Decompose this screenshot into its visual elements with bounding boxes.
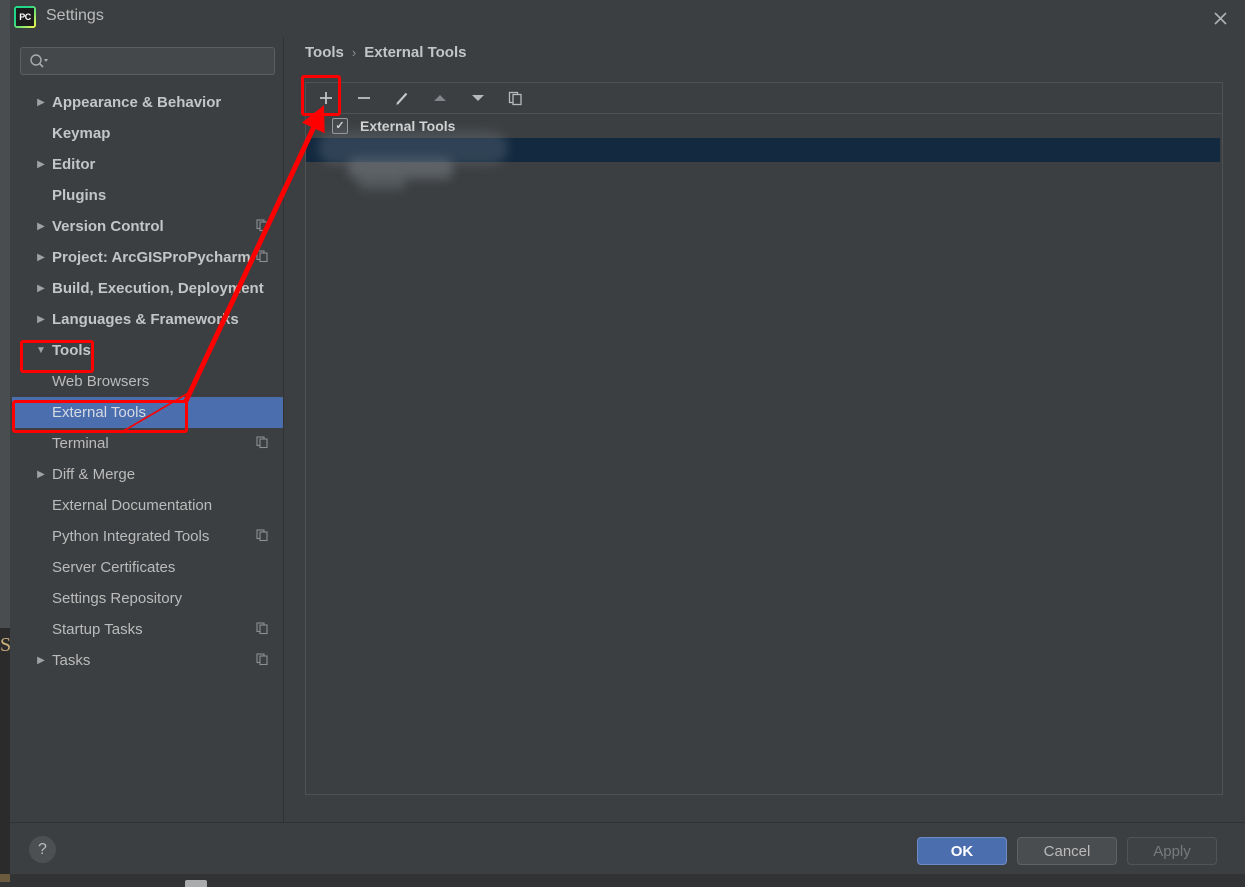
redacted-content: [358, 176, 406, 190]
sidebar-item-version-control[interactable]: ▶ Version Control: [12, 211, 283, 242]
settings-dialog: PC Settings ▶ Appearance & Behavior Keymap…: [10, 0, 1245, 874]
copy-icon: [256, 528, 269, 545]
sidebar-item-build-execution-deployment[interactable]: ▶ Build, Execution, Deployment: [12, 273, 283, 304]
add-button[interactable]: [312, 86, 340, 111]
breadcrumb: Tools › External Tools: [305, 44, 466, 61]
sidebar-item-label: Startup Tasks: [52, 621, 143, 638]
background-bottom-accent: [0, 874, 10, 882]
sidebar-item-label: Server Certificates: [52, 559, 176, 576]
chevron-right-icon[interactable]: ▶: [30, 314, 52, 325]
sidebar-item-external-documentation[interactable]: External Documentation: [12, 490, 283, 521]
sidebar-item-external-tools[interactable]: External Tools: [12, 397, 283, 428]
chevron-right-icon[interactable]: ▶: [30, 283, 52, 294]
external-tools-tree[interactable]: ▼ ✓ External Tools: [305, 113, 1223, 795]
copy-icon: [256, 652, 269, 669]
search-input[interactable]: [20, 47, 275, 75]
dialog-footer: ? OK Cancel Apply: [10, 822, 1245, 874]
chevron-right-icon[interactable]: ▶: [30, 221, 52, 232]
sidebar-item-label: Project: ArcGISProPycharm: [52, 249, 251, 266]
close-icon[interactable]: [1203, 4, 1237, 32]
sidebar-item-label: Settings Repository: [52, 590, 183, 607]
copy-icon: [256, 249, 269, 266]
breadcrumb-separator-icon: ›: [351, 45, 357, 60]
sidebar-item-appearance-behavior[interactable]: ▶ Appearance & Behavior: [12, 87, 283, 118]
settings-content-pane: Tools › External Tools ▼ ✓ External Tool…: [285, 37, 1245, 822]
sidebar-tree: ▶ Appearance & Behavior Keymap ▶ Editor Plugi…: [12, 87, 283, 676]
sidebar-item-keymap[interactable]: Keymap: [12, 118, 283, 149]
sidebar-item-languages-frameworks[interactable]: ▶ Languages & Frameworks: [12, 304, 283, 335]
chevron-right-icon[interactable]: ▶: [30, 655, 52, 666]
sidebar-item-server-certificates[interactable]: Server Certificates: [12, 552, 283, 583]
sidebar-item-tools[interactable]: ▼ Tools: [12, 335, 283, 366]
sidebar-item-label: Build, Execution, Deployment: [52, 280, 264, 297]
table-row[interactable]: [306, 159, 1220, 190]
sidebar-item-label: External Tools: [52, 404, 146, 421]
sidebar-item-project-arcgispropycharm[interactable]: ▶ Project: ArcGISProPycharm: [12, 242, 283, 273]
sidebar-item-startup-tasks[interactable]: Startup Tasks: [12, 614, 283, 645]
sidebar-item-tasks[interactable]: ▶ Tasks: [12, 645, 283, 676]
breadcrumb-parent[interactable]: Tools: [305, 44, 344, 61]
dialog-titlebar: PC Settings: [10, 0, 1245, 37]
external-tools-toolbar: [305, 82, 1223, 113]
copy-icon: [256, 621, 269, 638]
sidebar-item-label: Appearance & Behavior: [52, 94, 222, 111]
sidebar-item-web-browsers[interactable]: Web Browsers: [12, 366, 283, 397]
sidebar-item-label: Python Integrated Tools: [52, 528, 210, 545]
arrow-down-icon[interactable]: [464, 86, 492, 111]
search-icon: [29, 53, 49, 69]
sidebar-item-label: Web Browsers: [52, 373, 150, 390]
copy-icon: [256, 435, 269, 452]
ok-button[interactable]: OK: [917, 837, 1007, 865]
sidebar-item-label: External Documentation: [52, 497, 213, 514]
apply-button[interactable]: Apply: [1127, 837, 1217, 865]
sidebar-item-python-integrated-tools[interactable]: Python Integrated Tools: [12, 521, 283, 552]
sidebar-item-label: Keymap: [52, 125, 111, 142]
chevron-right-icon[interactable]: ▶: [30, 252, 52, 263]
chevron-down-icon[interactable]: ▼: [312, 121, 326, 132]
chevron-right-icon[interactable]: ▶: [30, 469, 52, 480]
sidebar-item-diff-merge[interactable]: ▶ Diff & Merge: [12, 459, 283, 490]
sidebar-item-label: Tools: [52, 342, 91, 359]
sidebar-item-terminal[interactable]: Terminal: [12, 428, 283, 459]
sidebar-item-label: Editor: [52, 156, 96, 173]
remove-button[interactable]: [350, 86, 378, 111]
sidebar-item-label: Diff & Merge: [52, 466, 136, 483]
copy-icon[interactable]: [502, 86, 530, 111]
settings-sidebar: ▶ Appearance & Behavior Keymap ▶ Editor Plugi…: [12, 37, 284, 822]
chevron-down-icon[interactable]: ▼: [30, 345, 52, 356]
sidebar-item-label: Terminal: [52, 435, 109, 452]
chevron-right-icon[interactable]: ▶: [30, 97, 52, 108]
breadcrumb-current: External Tools: [364, 44, 467, 61]
cancel-button[interactable]: Cancel: [1017, 837, 1117, 865]
dialog-title: Settings: [46, 7, 104, 24]
background-bottom-chip: [185, 880, 207, 887]
sidebar-item-editor[interactable]: ▶ Editor: [12, 149, 283, 180]
copy-icon: [256, 218, 269, 235]
sidebar-item-plugins[interactable]: Plugins: [12, 180, 283, 211]
chevron-right-icon[interactable]: ▶: [30, 159, 52, 170]
pencil-icon[interactable]: [388, 86, 416, 111]
sidebar-item-label: Tasks: [52, 652, 91, 669]
sidebar-item-label: Plugins: [52, 187, 107, 204]
sidebar-item-label: Languages & Frameworks: [52, 311, 239, 328]
pycharm-logo-icon: PC: [14, 6, 36, 28]
sidebar-item-label: Version Control: [52, 218, 164, 235]
help-icon[interactable]: ?: [29, 836, 56, 863]
arrow-up-icon[interactable]: [426, 86, 454, 111]
sidebar-item-settings-repository[interactable]: Settings Repository: [12, 583, 283, 614]
